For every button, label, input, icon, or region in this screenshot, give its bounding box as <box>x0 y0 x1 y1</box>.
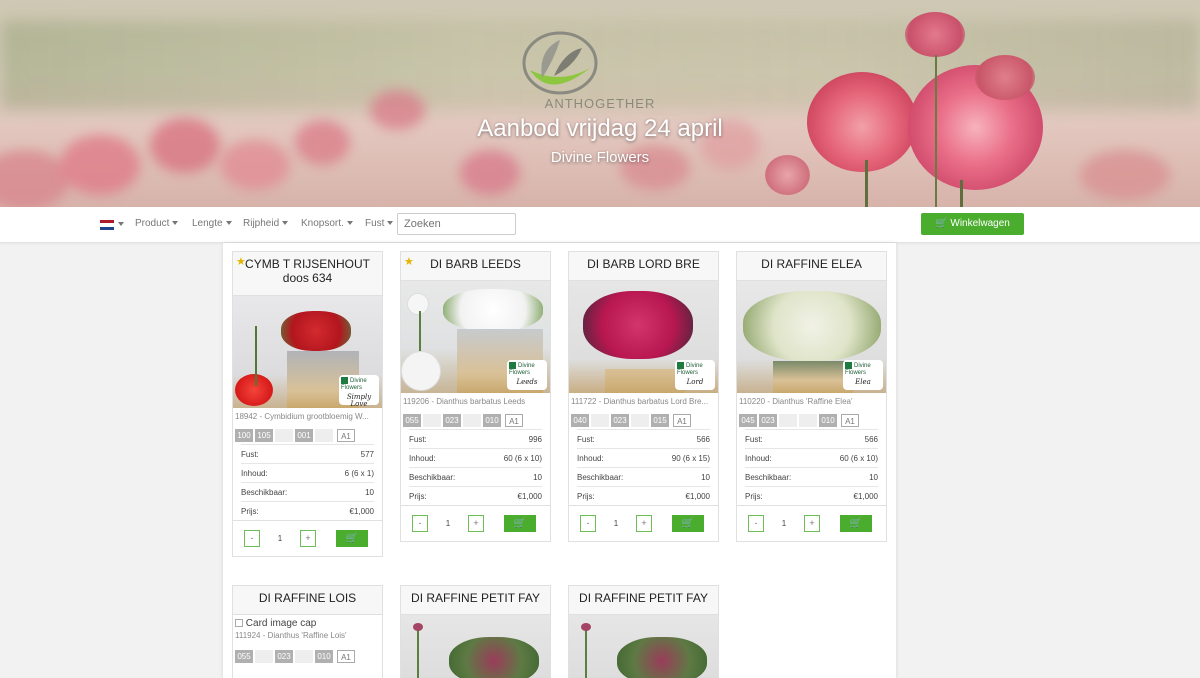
product-name: DI RAFFINE ELEA <box>761 257 862 271</box>
product-card: DI BARB LORD BRE Divine Flowers Lord 1117… <box>568 251 719 542</box>
decrease-quantity-button[interactable]: - <box>244 530 260 547</box>
product-card: ★ DI BARB LEEDS Divine Flowers Leeds 1192… <box>400 251 551 542</box>
product-name: DI RAFFINE LOIS <box>258 591 357 605</box>
product-card: DI RAFFINE ELEA Divine Flowers Elea 11022… <box>736 251 887 542</box>
product-name: DI BARB LORD BRE <box>587 257 700 271</box>
add-to-cart-button[interactable]: 🛒 <box>672 515 704 532</box>
product-grid: ★ CYMB T RIJSENHOUT doos 634 Divine Flow… <box>223 243 896 678</box>
product-name: DI RAFFINE PETIT FAY <box>579 591 708 605</box>
cart-button[interactable]: 🛒 Winkelwagen <box>921 213 1024 235</box>
quantity-input[interactable]: 1 <box>596 515 636 532</box>
brand-name: ANTHOGETHER <box>544 96 656 111</box>
chevron-down-icon <box>387 221 394 226</box>
decrease-quantity-button[interactable]: - <box>412 515 428 532</box>
quantity-input[interactable]: 1 <box>428 515 468 532</box>
quantity-input[interactable]: 1 <box>764 515 804 532</box>
decrease-quantity-button[interactable]: - <box>580 515 596 532</box>
product-image: Divine Flowers Simply Love <box>233 296 382 408</box>
brand-tag: Divine Flowers Lord <box>675 360 715 390</box>
anthogether-logo <box>522 31 598 95</box>
product-card: DI RAFFINE PETIT FAY <box>568 585 719 678</box>
increase-quantity-button[interactable]: + <box>636 515 652 532</box>
menu-lengte[interactable]: Lengte <box>192 218 232 229</box>
brand-tag: Divine Flowers Simply Love <box>339 375 379 408</box>
increase-quantity-button[interactable]: + <box>468 515 484 532</box>
product-card: DI RAFFINE PETIT FAY <box>400 585 551 678</box>
grade-badge: A1 <box>673 413 691 427</box>
menu-rijpheid[interactable]: Rijpheid <box>243 218 289 229</box>
cart-icon: 🛒 <box>849 518 863 529</box>
decrease-quantity-button[interactable]: - <box>748 515 764 532</box>
grade-badge: A1 <box>505 413 523 427</box>
page-subtitle: Divine Flowers <box>550 149 650 166</box>
cart-icon: 🛒 <box>935 218 948 229</box>
product-codes: 045 023 010 A1 <box>737 411 886 429</box>
product-name: CYMB T RIJSENHOUT doos 634 <box>245 257 370 285</box>
chevron-down-icon <box>282 221 289 226</box>
brand-tag: Divine Flowers Leeds <box>507 360 547 390</box>
add-to-cart-button[interactable]: 🛒 <box>336 530 368 547</box>
product-description: 119206 - Dianthus barbatus Leeds <box>403 397 526 406</box>
page-title: Aanbod vrijdag 24 april <box>477 115 723 142</box>
product-image <box>569 615 718 678</box>
product-image <box>401 615 550 678</box>
product-card: DI RAFFINE LOIS Card image cap 111924 - … <box>232 585 383 678</box>
grade-badge: A1 <box>337 649 355 663</box>
increase-quantity-button[interactable]: + <box>804 515 820 532</box>
broken-image: Card image cap <box>233 615 382 629</box>
product-card: ★ CYMB T RIJSENHOUT doos 634 Divine Flow… <box>232 251 383 557</box>
chevron-down-icon <box>346 221 353 226</box>
chevron-down-icon <box>172 221 179 226</box>
language-dropdown-caret-icon[interactable] <box>118 222 124 226</box>
product-image: Divine Flowers Leeds <box>401 281 550 393</box>
increase-quantity-button[interactable]: + <box>300 530 316 547</box>
product-codes: 100 105 001 A1 <box>233 426 382 444</box>
netherlands-flag-icon[interactable] <box>100 220 114 230</box>
menu-fust[interactable]: Fust <box>365 218 394 229</box>
product-codes: 040 023 015 A1 <box>569 411 718 429</box>
product-description: 111924 - Dianthus 'Raffine Lois' <box>235 631 347 640</box>
menu-product[interactable]: Product <box>135 218 179 229</box>
quantity-input[interactable]: 1 <box>260 530 300 547</box>
menu-knopsort[interactable]: Knopsort. <box>301 218 353 229</box>
grade-badge: A1 <box>337 428 355 442</box>
chevron-down-icon <box>225 221 232 226</box>
cart-icon: 🛒 <box>681 518 695 529</box>
product-codes: 055 023 010 A1 <box>401 411 550 429</box>
product-image: Divine Flowers Elea <box>737 281 886 393</box>
add-to-cart-button[interactable]: 🛒 <box>840 515 872 532</box>
add-to-cart-button[interactable]: 🛒 <box>504 515 536 532</box>
broken-image-icon <box>235 619 243 628</box>
product-codes: 055 023 010 A1 <box>233 647 382 665</box>
cart-icon: 🛒 <box>345 533 359 544</box>
cart-icon: 🛒 <box>513 518 527 529</box>
hero-banner: ANTHOGETHER Aanbod vrijdag 24 april Divi… <box>0 0 1200 207</box>
product-name: DI BARB LEEDS <box>430 257 521 271</box>
search-input[interactable] <box>397 213 516 235</box>
product-image: Divine Flowers Lord <box>569 281 718 393</box>
product-description: 111722 - Dianthus barbatus Lord Bre... <box>571 397 709 406</box>
product-description: 110220 - Dianthus 'Raffine Elea' <box>739 397 853 406</box>
product-description: 18942 - Cymbidium grootbloemig W... <box>235 412 369 421</box>
favorite-star-icon[interactable]: ★ <box>236 255 246 269</box>
grade-badge: A1 <box>841 413 859 427</box>
filter-navbar: Product Lengte Rijpheid Knopsort. Fust 🛒… <box>0 207 1200 243</box>
favorite-star-icon[interactable]: ★ <box>404 255 414 269</box>
product-name: DI RAFFINE PETIT FAY <box>411 591 540 605</box>
brand-tag: Divine Flowers Elea <box>843 360 883 390</box>
